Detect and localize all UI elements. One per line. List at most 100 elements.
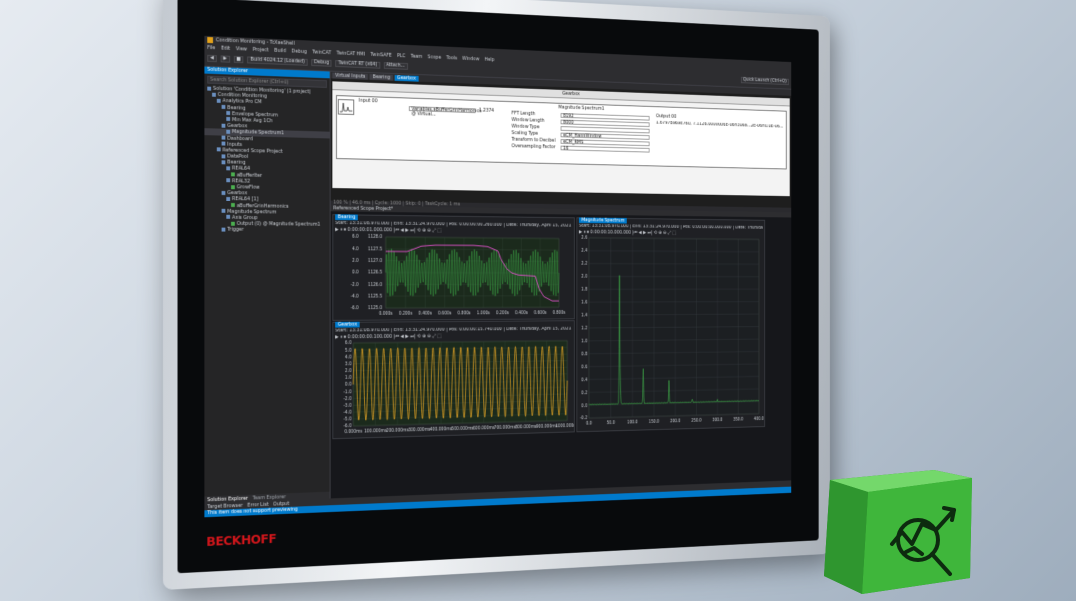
x-tick: 0.200s	[496, 310, 510, 316]
menu-item-view[interactable]: View	[236, 46, 247, 52]
menu-item-help[interactable]: Help	[485, 56, 495, 62]
x-tick: 400.000ms	[430, 426, 453, 432]
y-tick-right: 1126.0	[368, 282, 382, 288]
folder-icon	[221, 190, 226, 195]
x-tick: 1000.000ms	[556, 423, 574, 429]
gearbox-tab[interactable]: Gearbox	[335, 321, 360, 328]
y-tick: 4.0	[345, 354, 352, 360]
x-tick: 0.000s	[379, 311, 393, 317]
y-tick: 0.0	[581, 403, 587, 409]
block-thumbnail	[337, 98, 355, 115]
param-label: Oversampling Factor	[511, 143, 556, 151]
debug-config-select[interactable]: Debug	[311, 59, 332, 67]
gearbox-panel: Gearbox Start: 13:31:08.970.000 | End: 1…	[332, 320, 575, 440]
input-variable[interactable]: Variables.aBufferGrinHarmonics @ Virtual…	[408, 106, 481, 118]
forward-icon[interactable]: ▶	[220, 55, 230, 63]
analytics-cube-icon	[824, 470, 972, 594]
quick-launch-input[interactable]: Quick Launch (Ctrl+Q)	[740, 76, 789, 86]
x-tick: 0.0	[586, 421, 592, 427]
x-tick: 300.0	[712, 417, 722, 423]
folder-icon	[212, 92, 216, 97]
menu-item-plc[interactable]: PLC	[397, 53, 405, 59]
folder-icon	[221, 227, 226, 232]
file-icon	[231, 203, 235, 208]
tab-gearbox[interactable]: Gearbox	[394, 75, 419, 82]
tab-virtual-inputs[interactable]: Virtual Inputs	[332, 72, 369, 80]
x-tick: 800.000ms	[515, 424, 537, 430]
y-tick: 1.8	[581, 287, 587, 293]
y-tick: 0.6	[581, 364, 587, 370]
y-tick: 1.0	[345, 375, 352, 381]
y-tick: 2.4	[581, 248, 587, 254]
bearing-chart[interactable]: 1128.0 1127.5 1127.0 1126.5 1126.0 1125.5 1125…	[333, 233, 574, 320]
y-tick: 2.2	[581, 261, 587, 267]
y-tick-right: 1125.5	[368, 294, 382, 300]
y-tick-right: 1126.5	[368, 270, 382, 276]
y-tick: 2.6	[581, 235, 587, 241]
x-tick: 0.600s	[534, 310, 547, 316]
y-tick: 0.4	[581, 377, 587, 383]
file-icon	[226, 178, 231, 183]
input-label: Input 00	[358, 97, 378, 105]
y-tick: 1.2	[581, 326, 587, 332]
function-block[interactable]: Input 00 Variables.aBufferGrinHarmonics …	[336, 95, 787, 170]
spectrum-tab[interactable]: Magnitude Spectrum	[578, 217, 628, 224]
output-value: 1.67978969E760, 7.1126.0000006E-06ri3068…	[656, 120, 784, 130]
param-value[interactable]: 16	[560, 145, 650, 153]
back-icon[interactable]: ◀	[207, 54, 217, 63]
file-icon	[226, 117, 231, 122]
file-icon	[226, 166, 231, 171]
x-tick: 200.000ms	[386, 427, 409, 433]
tab-bearing[interactable]: Bearing	[369, 74, 393, 81]
bearing-tab[interactable]: Bearing	[335, 214, 359, 221]
bearing-panel: Bearing Start: 13:31:08.970.000 | End: 1…	[332, 214, 575, 321]
x-tick: 200.0	[670, 418, 680, 424]
input-value: 1.2374	[478, 107, 494, 114]
y-tick: -1.0	[344, 389, 352, 395]
y-tick: -0.2	[580, 416, 587, 422]
save-icon[interactable]: ■	[233, 55, 244, 64]
x-tick: 0.800s	[553, 310, 566, 316]
menu-item-file[interactable]: File	[207, 44, 215, 50]
monitor-frame: BECKHOFF Condition Monitoring - TcXaeShe…	[163, 0, 830, 590]
tree-item[interactable]: Trigger	[204, 227, 329, 234]
file-icon	[231, 221, 235, 226]
gearbox-chart[interactable]: 6.05.04.03.02.01.00.0-1.0-2.0-3.0-4.0-5.…	[333, 338, 574, 438]
x-tick: 0.600s	[438, 311, 452, 317]
y-tick: 0.8	[581, 351, 587, 357]
output-label: Output 00	[656, 113, 677, 120]
x-tick: 0.400s	[418, 311, 432, 317]
x-tick: 50.0	[607, 420, 615, 426]
folder-icon	[221, 135, 226, 140]
build-target-select[interactable]: Build 4024.12 (Loaded)	[247, 56, 308, 66]
y-tick-left: 0.0	[352, 270, 359, 276]
y-tick: 1.4	[581, 313, 587, 319]
runtime-select[interactable]: TwinCAT RT (x64)	[335, 60, 380, 69]
screen: Condition Monitoring - TcXaeShell File Ed…	[204, 35, 792, 518]
x-tick: 0.400s	[515, 310, 529, 316]
folder-icon	[221, 141, 226, 146]
file-icon	[226, 111, 231, 116]
y-tick: 1.6	[581, 300, 587, 306]
x-tick: 700.000ms	[494, 425, 516, 431]
menu-item-edit[interactable]: Edit	[221, 45, 230, 51]
file-icon	[226, 196, 231, 201]
folder-icon	[221, 123, 226, 128]
y-tick: 0.0	[345, 382, 352, 388]
menu-item-tools[interactable]: Tools	[446, 55, 457, 61]
folder-icon	[221, 209, 226, 214]
y-tick-right: 1127.0	[368, 258, 382, 264]
tree-item-label: Trigger	[227, 226, 244, 234]
y-tick: 2.0	[581, 274, 587, 280]
spectrum-chart[interactable]: 2.6 2.4 2.2 2.0 1.8 1.6 1.4 1.2 1.0 0.8 0.6 0.4 0.2 0…	[577, 235, 764, 431]
folder-icon	[207, 86, 212, 91]
y-tick: 3.0	[345, 361, 352, 367]
spectrum-panel: Magnitude Spectrum Start: 13:31:08.970.0…	[576, 217, 766, 433]
file-icon	[226, 215, 231, 220]
attach-button[interactable]: Attach...	[383, 62, 408, 70]
y-tick: -3.0	[344, 403, 352, 409]
y-tick: 1.0	[581, 338, 587, 344]
menu-item-build[interactable]: Build	[274, 47, 286, 53]
function-block-diagram: Gearbox Input 00 Variables.aBufferGrinHa…	[332, 81, 790, 197]
y-tick-left: -2.0	[351, 282, 359, 288]
